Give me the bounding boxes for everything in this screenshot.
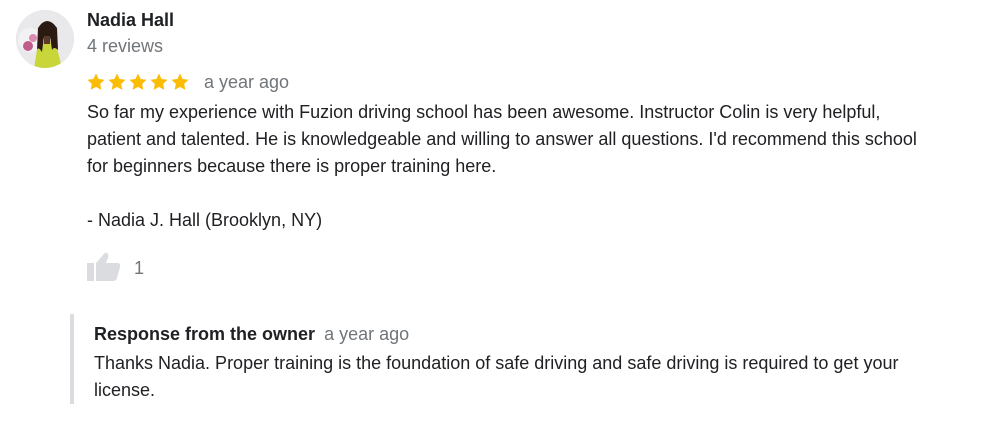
review-text-line: patient and talented. He is knowledgeabl… [87, 129, 917, 149]
review-time: a year ago [204, 72, 290, 92]
star-icon [171, 73, 189, 90]
reviewer-avatar[interactable] [16, 10, 74, 68]
star-icon [129, 73, 147, 90]
reviewer-name[interactable]: Nadia Hall [87, 9, 174, 31]
review-text-line: for beginners because there is proper tr… [87, 156, 497, 176]
thumbs-up-icon[interactable] [86, 250, 122, 287]
owner-response-title: Response from the owner [94, 324, 316, 344]
star-icon [150, 73, 168, 90]
owner-response-text-line: license. [94, 380, 156, 400]
owner-response-text-line: Thanks Nadia. Proper training is the fou… [94, 353, 899, 373]
review-text-line: So far my experience with Fuzion driving… [87, 102, 881, 122]
owner-response: Response from the owner a year ago Thank… [70, 314, 994, 404]
reviewer-review-count[interactable]: 4 reviews [87, 35, 163, 57]
star-icon [87, 73, 105, 90]
rating-row: a year ago [86, 70, 289, 94]
star-rating [86, 72, 190, 92]
review-text: So far my experience with Fuzion driving… [87, 99, 992, 234]
like-count: 1 [134, 257, 145, 278]
star-icon [108, 73, 126, 90]
owner-response-time: a year ago [324, 324, 410, 344]
owner-response-header: Response from the owner a year ago [94, 323, 409, 345]
review-signature: - Nadia J. Hall (Brooklyn, NY) [87, 210, 323, 230]
like-row: 1 [86, 252, 144, 284]
owner-response-text: Thanks Nadia. Proper training is the fou… [94, 350, 984, 404]
